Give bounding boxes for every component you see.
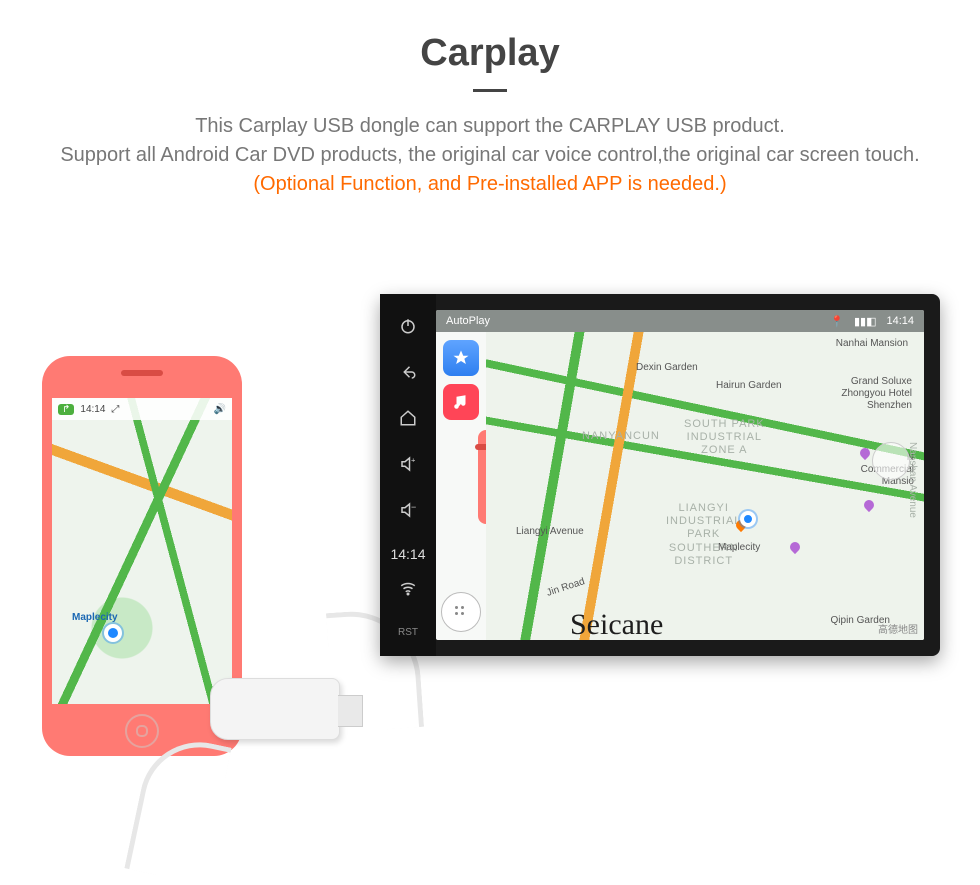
vol-down-icon[interactable]: − [394,496,422,524]
headunit-hardware-buttons: + − 14:14 RST [380,294,436,656]
map-label-south-park-south: LIANGYIINDUSTRIALPARKSOUTHERNDISTRICT [666,502,741,568]
map-label-nanyancun: NANYANCUN [582,430,660,442]
svg-text:−: − [411,502,416,512]
nav-arrow-icon: ↱ [58,404,74,415]
map-label-maplecity: Maplecity [718,542,760,553]
phone-current-location-dot [104,624,122,642]
carplay-usb-dongle [210,678,340,740]
map-label-dexin: Dexin Garden [636,362,698,373]
headunit-clock: 14:14 [390,546,425,562]
autoplay-app-name: AutoPlay [446,315,490,327]
carplay-app-dock [436,332,486,640]
car-head-unit: + − 14:14 RST AutoPlay 📍 ▮▮◧ 14:14 NANYA… [380,294,940,656]
home-icon[interactable] [394,404,422,432]
desc-line-1: This Carplay USB dongle can support the … [195,115,785,137]
signal-icon: ▮▮◧ [854,315,877,328]
maps-app-icon[interactable] [443,340,479,376]
page-title: Carplay [0,32,980,75]
map-compass-button[interactable] [872,442,910,480]
desc-line-2a: Support all Android Car DVD products, th… [60,144,919,166]
map-current-location-dot [740,511,756,527]
map-label-south-park-a: SOUTH PARKINDUSTRIALZONE A [684,418,765,458]
map-label-nanhai-mansion: Nanhai Mansion [836,338,908,350]
android-status-bar: AutoPlay 📍 ▮▮◧ 14:14 [436,310,924,332]
carplay-home-button[interactable] [441,592,481,632]
headunit-touchscreen[interactable]: AutoPlay 📍 ▮▮◧ 14:14 NANYANCUN SOUTH PAR… [436,310,924,640]
map-poi-icon [788,540,802,554]
map-label-hairun: Hairun Garden [716,380,782,391]
music-app-icon[interactable] [443,384,479,420]
phone-map-view [52,398,232,704]
map-label-liangyi-av: Liangyi Avenue [516,526,584,537]
heading-divider [473,89,507,92]
product-illustration-stage: ↱ 14:14 ⤢ 🔊 Maplecity + − 14:14 RST Auto… [0,258,980,768]
status-bar-time: 14:14 [886,315,914,327]
vol-up-icon[interactable]: + [394,450,422,478]
reset-button[interactable]: RST [398,627,418,638]
map-poi-icon [862,498,876,512]
phone-status-time: 14:14 [80,404,105,415]
carplay-map-view[interactable]: NANYANCUN SOUTH PARKINDUSTRIALZONE A LIA… [486,332,924,640]
location-pin-icon: 📍 [830,315,844,328]
map-provider-credit: 高德地图 [878,621,918,636]
back-icon[interactable] [394,358,422,386]
map-label-grand-soluxe: Grand SoluxeZhongyou HotelShenzhen [841,376,912,412]
map-label-jin-road: Jin Road [545,576,586,599]
phone-location-label: Maplecity [72,612,118,623]
description-text: This Carplay USB dongle can support the … [0,112,980,199]
volume-icon: 🔊 [214,404,226,415]
iphone-home-button[interactable] [125,714,159,748]
phone-expand-icon: ⤢ [111,404,119,415]
wifi-icon[interactable] [394,574,422,602]
power-icon[interactable] [394,312,422,340]
phone-status-bar: ↱ 14:14 ⤢ 🔊 [52,398,232,420]
desc-highlight: (Optional Function, and Pre-installed AP… [253,173,726,195]
svg-text:+: + [411,456,416,465]
